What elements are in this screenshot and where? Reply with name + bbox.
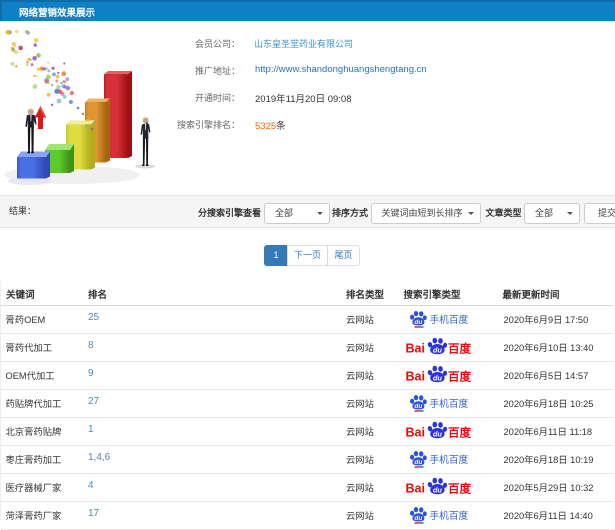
svg-text:Bai: Bai [406,342,425,356]
svg-text:百度: 百度 [448,426,471,440]
svg-text:Bai: Bai [406,482,425,496]
svg-text:du: du [433,346,443,355]
svg-text:百度: 百度 [448,342,471,356]
svg-text:du: du [414,403,422,410]
svg-text:du: du [433,374,443,383]
svg-text:Bai: Bai [406,426,425,440]
svg-text:Bai: Bai [406,370,425,384]
svg-text:百度: 百度 [448,482,471,496]
svg-text:du: du [414,459,422,466]
svg-text:du: du [433,430,443,439]
svg-text:du: du [414,319,422,326]
svg-text:du: du [433,486,443,495]
svg-text:百度: 百度 [448,370,471,384]
svg-text:du: du [414,515,422,522]
